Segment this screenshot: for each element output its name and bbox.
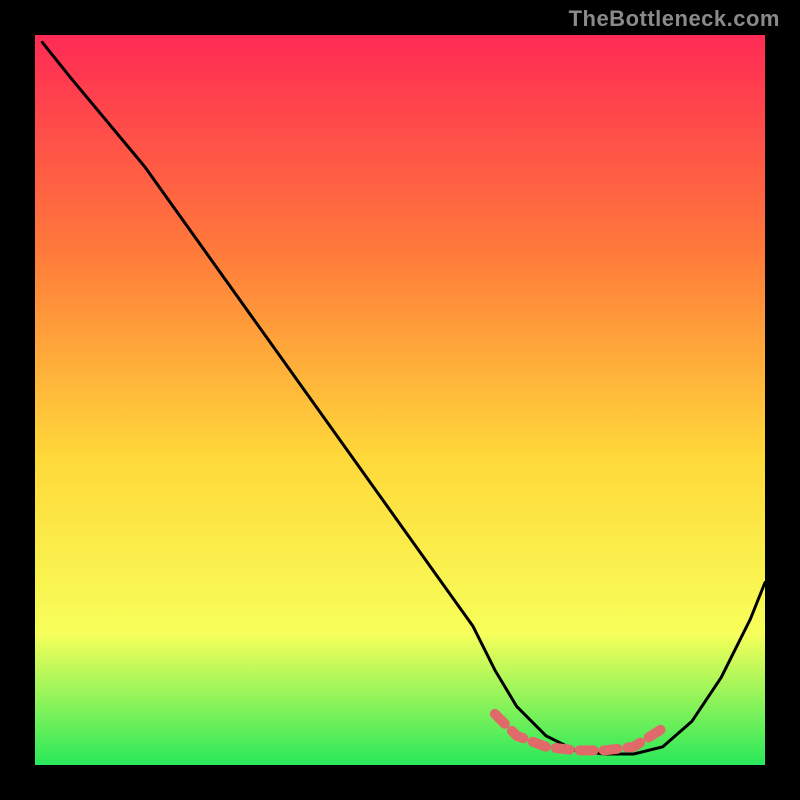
chart-frame: TheBottleneck.com — [0, 0, 800, 800]
chart-svg — [35, 35, 765, 765]
gradient-background — [35, 35, 765, 765]
plot-area — [35, 35, 765, 765]
watermark-text: TheBottleneck.com — [569, 6, 780, 32]
